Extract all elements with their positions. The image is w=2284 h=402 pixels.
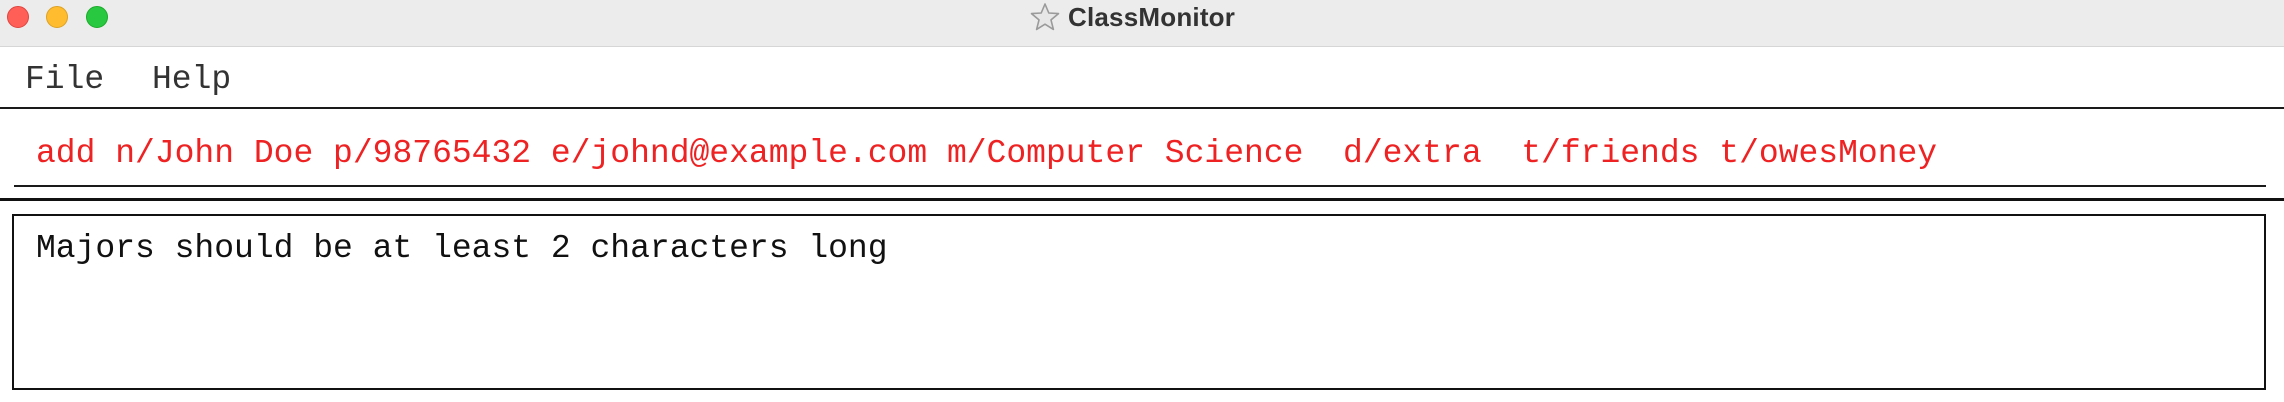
result-display: Majors should be at least 2 characters l… bbox=[12, 214, 2266, 390]
app-window: ClassMonitor File Help add n/John Doe p/… bbox=[0, 0, 2284, 402]
title-bar[interactable]: ClassMonitor bbox=[0, 0, 2284, 47]
command-box[interactable]: add n/John Doe p/98765432 e/johnd@exampl… bbox=[14, 113, 2266, 187]
maximize-window-button[interactable] bbox=[86, 6, 108, 28]
close-window-button[interactable] bbox=[7, 6, 29, 28]
menu-bar: File Help bbox=[0, 47, 2284, 109]
minimize-window-button[interactable] bbox=[46, 6, 68, 28]
menu-file[interactable]: File bbox=[25, 61, 104, 98]
menu-help[interactable]: Help bbox=[152, 61, 231, 98]
section-divider bbox=[0, 198, 2284, 201]
command-input[interactable]: add n/John Doe p/98765432 e/johnd@exampl… bbox=[36, 135, 1937, 172]
star-icon bbox=[1030, 3, 1060, 31]
window-title: ClassMonitor bbox=[1068, 1, 1236, 32]
window-title-group: ClassMonitor bbox=[1030, 2, 1235, 32]
result-message: Majors should be at least 2 characters l… bbox=[36, 230, 888, 267]
